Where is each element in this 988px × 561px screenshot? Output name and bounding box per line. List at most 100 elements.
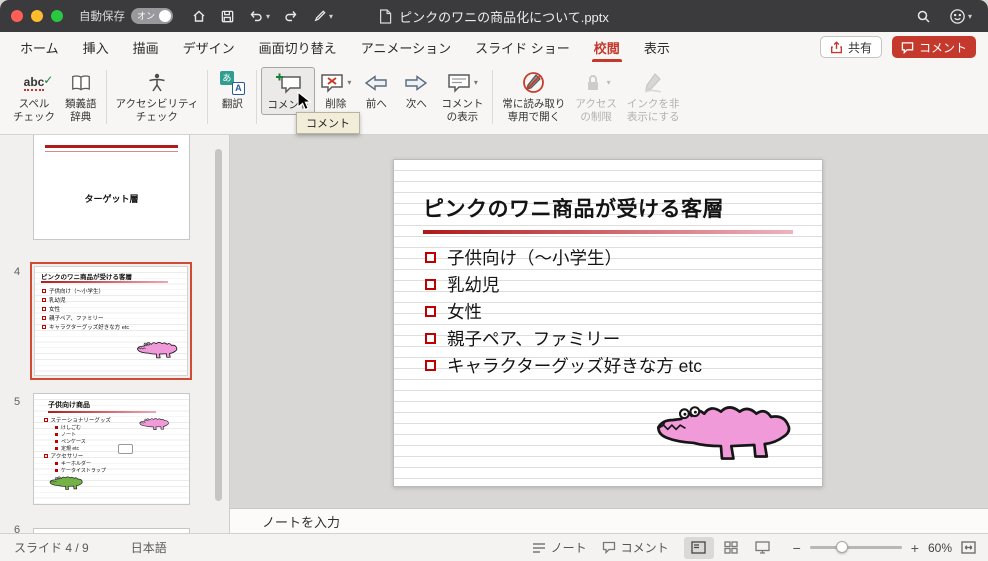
bullet-text: ノート xyxy=(61,432,77,438)
translate-icon: あ A xyxy=(219,70,245,95)
ribbon-group-separator xyxy=(207,70,209,124)
next-comment-button[interactable]: 次へ xyxy=(396,67,436,113)
close-window-button[interactable] xyxy=(11,10,23,22)
fit-slide-icon[interactable] xyxy=(961,541,976,554)
tab-review[interactable]: 校閲 xyxy=(582,32,632,62)
redo-button[interactable] xyxy=(283,8,299,24)
chevron-down-icon[interactable]: ▾ xyxy=(329,12,333,21)
ribbon-button-label: 削除 xyxy=(325,98,347,110)
autosave-toggle[interactable]: オン xyxy=(131,8,173,24)
titlebar: 自動保存 オン ▾ ▾ ピンクのワニの商品化について.pptx ▾ xyxy=(0,0,988,32)
notes-pane[interactable]: ノートを入力 xyxy=(230,508,988,533)
spell-check-icon: abc ✓ xyxy=(23,72,54,91)
title-underline xyxy=(41,281,168,283)
pink-crocodile-drawing xyxy=(135,339,179,362)
bullet-text: 女性 xyxy=(49,306,61,313)
notes-placeholder[interactable]: ノートを入力 xyxy=(262,512,340,531)
bullet-square-icon xyxy=(42,306,46,311)
previous-comment-button[interactable]: 前へ xyxy=(356,67,396,113)
notes-toggle-label: ノート xyxy=(550,541,587,555)
bullet-square-icon xyxy=(425,279,436,290)
tab-transitions[interactable]: 画面切り替え xyxy=(247,32,349,62)
current-slide[interactable]: ピンクのワニ商品が受ける客層 子供向け（〜小学生） 乳幼児 女性 親子ペア、ファ… xyxy=(393,159,823,487)
green-crocodile-drawing xyxy=(48,474,84,493)
slide-3-thumbnail[interactable]: ターゲット層 xyxy=(33,135,190,240)
thumb3-title: ターゲット層 xyxy=(84,194,139,204)
pink-crocodile-drawing[interactable] xyxy=(650,396,796,471)
lock-icon xyxy=(587,74,598,90)
bullet-text: 乳幼児 xyxy=(447,275,500,295)
tab-animations[interactable]: アニメーション xyxy=(349,32,463,62)
zoom-in-icon[interactable]: + xyxy=(911,541,919,555)
ribbon-button-label: アクセシビリティ チェック xyxy=(115,98,199,123)
chevron-down-icon[interactable]: ▾ xyxy=(474,78,478,87)
document-icon xyxy=(380,8,392,24)
format-brush-button[interactable]: ▾ xyxy=(312,9,333,24)
slide-5-number: 5 xyxy=(14,396,21,408)
slide-bullet-list[interactable]: 子供向け（〜小学生） 乳幼児 女性 親子ペア、ファミリー キャラクターグッズ好き… xyxy=(425,244,702,379)
tab-home[interactable]: ホーム xyxy=(8,32,71,62)
slide-6-number: 6 xyxy=(14,524,21,533)
slide-4-thumbnail-selected[interactable]: ピンクのワニ商品が受ける客層 子供向け（〜小学生） 乳幼児 女性 親子ペア、ファ… xyxy=(30,262,192,380)
zoom-slider[interactable] xyxy=(809,541,902,553)
chevron-down-icon[interactable]: ▾ xyxy=(347,78,351,87)
arrow-right-icon xyxy=(404,69,428,96)
bullet-text: 子供向け（〜小学生） xyxy=(49,288,105,295)
spell-check-button[interactable]: abc ✓ スペル チェック xyxy=(8,67,60,126)
chevron-down-icon[interactable]: ▾ xyxy=(968,12,972,21)
account-icon[interactable]: ▾ xyxy=(949,8,972,25)
notes-toggle[interactable]: ノート xyxy=(532,539,587,556)
hide-ink-button: インクを非 表示にする xyxy=(622,67,685,126)
zoom-window-button[interactable] xyxy=(51,10,63,22)
language-indicator[interactable]: 日本語 xyxy=(131,539,167,556)
undo-button[interactable]: ▾ xyxy=(248,8,270,24)
arrow-left-icon xyxy=(364,69,388,96)
tab-view[interactable]: 表示 xyxy=(632,32,682,62)
slideshow-view-button[interactable] xyxy=(748,537,778,559)
sidebar-scrollbar[interactable] xyxy=(215,149,222,501)
comments-toggle[interactable]: コメント xyxy=(602,539,669,556)
book-icon xyxy=(70,69,92,96)
save-icon[interactable] xyxy=(220,9,235,24)
normal-view-button[interactable] xyxy=(683,536,714,559)
comment-bubble-icon xyxy=(602,541,615,554)
thumb4-bullets: 子供向け（〜小学生） 乳幼児 女性 親子ペア、ファミリー キャラクターグッズ好き… xyxy=(42,286,129,331)
list-item: 乳幼児 xyxy=(425,271,702,298)
ribbon-group-separator xyxy=(256,70,258,124)
minimize-window-button[interactable] xyxy=(31,10,43,22)
delete-comment-button[interactable]: ▾ 削除 xyxy=(315,67,356,113)
share-button[interactable]: 共有 xyxy=(819,36,882,58)
bullet-square-icon xyxy=(55,440,58,443)
slide-5-thumbnail[interactable]: 子供向け商品 ステーショナリーグッズ けしごむ ノート ペンケース 定規 etc… xyxy=(33,393,190,505)
tab-slideshow[interactable]: スライド ショー xyxy=(463,32,582,62)
window-title: ピンクのワニの商品化について.pptx xyxy=(379,0,609,32)
bullet-square-icon xyxy=(42,315,46,320)
slide-title[interactable]: ピンクのワニ商品が受ける客層 xyxy=(423,193,724,223)
callout-shape xyxy=(118,444,133,454)
bullet-text: 乳幼児 xyxy=(49,297,66,304)
accessibility-check-button[interactable]: アクセシビリティ チェック xyxy=(111,67,204,126)
tab-design[interactable]: デザイン xyxy=(171,32,247,62)
bullet-text: キャラクターグッズ好きな方 etc xyxy=(447,356,703,376)
search-icon[interactable] xyxy=(916,9,931,24)
chevron-down-icon[interactable]: ▾ xyxy=(266,12,270,21)
home-icon[interactable] xyxy=(191,8,207,24)
zoom-level[interactable]: 60% xyxy=(928,541,952,555)
bullet-square-icon xyxy=(425,306,436,317)
translate-button[interactable]: あ A 翻訳 xyxy=(212,67,252,113)
comments-pane-button[interactable]: コメント xyxy=(891,36,976,58)
tab-draw[interactable]: 描画 xyxy=(121,32,171,62)
tab-insert[interactable]: 挿入 xyxy=(71,32,121,62)
bullet-text: けしごむ xyxy=(61,425,82,431)
always-open-read-only-button[interactable]: 常に読み取り 専用で開く xyxy=(497,67,570,126)
bullet-text: キャラクターグッズ好きな方 etc xyxy=(49,324,130,331)
zoom-slider-knob[interactable] xyxy=(835,541,848,553)
slide-title-underline xyxy=(423,230,793,234)
ribbon-group-separator xyxy=(492,70,494,124)
zoom-out-icon[interactable]: − xyxy=(793,541,801,555)
grid-view-button[interactable] xyxy=(716,537,746,559)
traffic-lights xyxy=(11,10,63,22)
ribbon-button-label: スペル チェック xyxy=(13,98,55,123)
show-comments-button[interactable]: ▾ コメント の表示 xyxy=(436,67,488,126)
thesaurus-button[interactable]: 類義語 辞典 xyxy=(60,67,102,126)
